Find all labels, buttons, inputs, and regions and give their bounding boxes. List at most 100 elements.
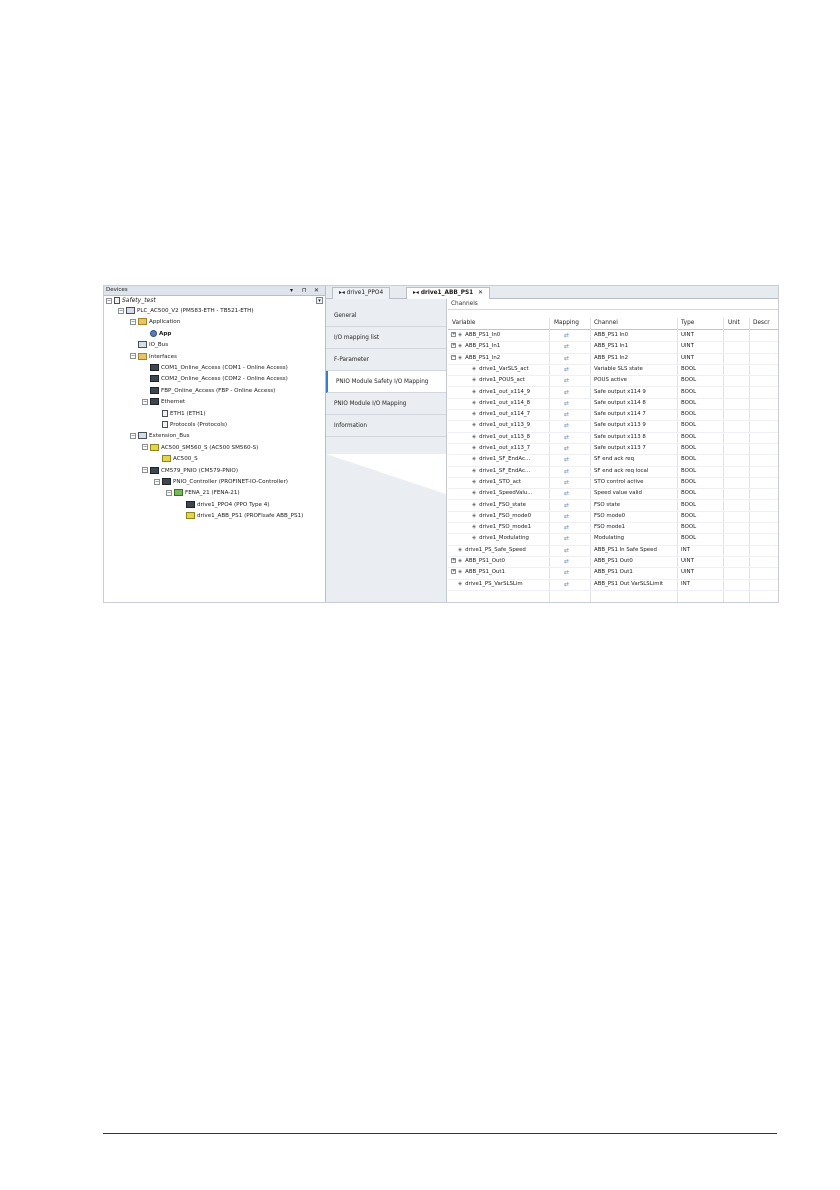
tree-node[interactable]: − CM579_PNIO (CM579-PNIO) [142,466,238,476]
tree-node[interactable]: COM1_Online_Access (COM1 - Online Access… [142,363,288,373]
tree-root[interactable]: − Safety_test ▾ [104,296,325,306]
tree-node[interactable]: App [142,329,171,339]
collapse-icon[interactable]: − [166,489,172,496]
channel-variable-cell[interactable]: ◈ drive1_SF_EndAc... [472,466,530,477]
mapping-icon[interactable]: ⇄ [564,375,569,386]
nav-information[interactable]: Information [326,415,446,437]
header-description[interactable]: Descr [753,318,770,329]
tab-drive1-ppo4[interactable]: ▸◂ drive1_PPO4 [332,287,391,299]
nav-io-mapping-list[interactable]: I/O mapping list [326,327,446,349]
channel-variable-cell[interactable]: ◈ drive1_FSO_state [472,500,526,511]
channel-variable-cell[interactable]: ◈ drive1_out_x113_8 [472,432,530,443]
nav-pnio-io-mapping[interactable]: PNIO Module I/O Mapping [326,393,446,415]
mapping-icon[interactable]: ⇄ [564,353,569,364]
mapping-icon[interactable]: ⇄ [564,341,569,352]
collapse-icon[interactable]: − [106,297,112,304]
channel-variable-cell[interactable]: ◈ drive1_FSO_mode1 [472,522,531,533]
channel-variable-cell[interactable]: ◈ drive1_out_x114_8 [472,398,530,409]
mapping-icon[interactable]: ⇄ [564,364,569,375]
tree-node[interactable]: drive1_ABB_PS1 (PROFIsafe ABB_PS1) [178,511,303,521]
mapping-icon[interactable]: ⇄ [564,409,569,420]
collapse-icon[interactable]: − [142,467,148,474]
channel-variable-cell[interactable]: ◈ drive1_SF_EndAc... [472,454,530,465]
header-type[interactable]: Type [681,318,694,329]
tree-node[interactable]: − Extension_Bus [130,431,190,441]
mapping-icon[interactable]: ⇄ [564,454,569,465]
nav-pnio-safety-io-mapping[interactable]: PNIO Module Safety I/O Mapping [326,371,446,393]
channel-variable-cell[interactable]: ◈ drive1_out_x114_9 [472,387,530,398]
root-dropdown-icon[interactable]: ▾ [316,297,323,304]
tree-node[interactable]: − Interfaces [130,352,177,362]
tree-node[interactable]: − PLC_AC500_V2 (PM583-ETH - TB521-ETH) [118,306,254,316]
channel-variable-cell[interactable]: ◈ drive1_PS_Safe_Speed [451,545,526,556]
header-variable[interactable]: Variable [452,318,475,329]
tree-node[interactable]: − AC500_SM560_S (AC500 SM560-S) [142,443,258,453]
channel-variable-cell[interactable]: ◈ drive1_out_x113_7 [472,443,530,454]
mapping-icon[interactable]: ⇄ [564,420,569,431]
tree-node[interactable]: Protocols (Protocols) [154,420,227,430]
channel-variable-cell[interactable]: − ◈ ABB_PS1_In2 [451,353,500,364]
collapse-icon[interactable]: − [130,318,136,325]
collapse-icon[interactable]: − [142,398,148,405]
nav-f-parameter[interactable]: F-Parameter [326,349,446,371]
close-tab-icon[interactable]: ✕ [478,290,483,296]
expand-icon[interactable]: − [451,354,456,360]
tree-node[interactable]: FBP_Online_Access (FBP - Online Access) [142,386,275,396]
channel-variable-cell[interactable]: ◈ drive1_POUS_act [472,375,525,386]
channel-variable-cell[interactable]: + ◈ ABB_PS1_Out0 [451,556,505,567]
tree-node[interactable]: drive1_PPO4 (PPO Type 4) [178,500,269,510]
pane-float-icon[interactable]: ⊓ [302,286,307,295]
mapping-icon[interactable]: ⇄ [564,477,569,488]
collapse-icon[interactable]: − [142,444,148,451]
collapse-icon[interactable]: − [118,307,124,314]
mapping-icon[interactable]: ⇄ [564,567,569,578]
channel-variable-cell[interactable]: ◈ drive1_PS_VarSLSLim [451,579,523,590]
nav-general[interactable]: General [326,305,446,327]
expand-icon[interactable]: + [451,569,456,575]
mapping-icon[interactable]: ⇄ [564,398,569,409]
tree-node[interactable]: IO_Bus [130,340,168,350]
tree-node[interactable]: COM2_Online_Access (COM2 - Online Access… [142,374,288,384]
mapping-icon[interactable]: ⇄ [564,500,569,511]
channel-variable-cell[interactable]: ◈ drive1_out_x114_7 [472,409,530,420]
channel-variable-cell[interactable]: ◈ drive1_STO_act [472,477,521,488]
channel-variable-cell[interactable]: + ◈ ABB_PS1_In0 [451,330,500,341]
pane-close-icon[interactable]: ✕ [314,286,319,295]
channel-variable-cell[interactable]: ◈ drive1_VarSLS_act [472,364,529,375]
tree-node[interactable]: AC500_S [154,454,198,464]
mapping-icon[interactable]: ⇄ [564,556,569,567]
mapping-icon[interactable]: ⇄ [564,522,569,533]
collapse-icon[interactable]: − [154,478,160,485]
mapping-icon[interactable]: ⇄ [564,511,569,522]
channel-variable-cell[interactable]: + ◈ ABB_PS1_In1 [451,341,500,352]
expand-icon[interactable]: + [451,343,456,349]
channel-variable-cell[interactable]: ◈ drive1_Modulating [472,533,529,544]
header-unit[interactable]: Unit [728,318,740,329]
tree-node[interactable]: ETH1 (ETH1) [154,409,206,419]
tree-node[interactable]: − PNIO_Controller (PROFINET-IO-Controller… [154,477,288,487]
tree-node[interactable]: − Application [130,317,180,327]
collapse-icon[interactable]: − [130,353,136,360]
mapping-icon[interactable]: ⇄ [564,466,569,477]
channel-variable-cell[interactable]: ◈ drive1_SpeedValu... [472,488,532,499]
expand-icon[interactable]: + [451,558,456,563]
channel-variable-cell[interactable]: + ◈ ABB_PS1_Out1 [451,567,505,578]
mapping-icon[interactable]: ⇄ [564,432,569,443]
mapping-icon[interactable]: ⇄ [564,443,569,454]
mapping-icon[interactable]: ⇄ [564,545,569,556]
header-channel[interactable]: Channel [594,318,618,329]
pane-dropdown-icon[interactable]: ▾ [290,286,293,295]
tree-node[interactable]: − FENA_21 (FENA-21) [166,488,240,498]
mapping-icon[interactable]: ⇄ [564,330,569,341]
mapping-icon[interactable]: ⇄ [564,533,569,544]
channel-variable-cell[interactable]: ◈ drive1_FSO_mode0 [472,511,531,522]
mapping-icon[interactable]: ⇄ [564,488,569,499]
mapping-icon[interactable]: ⇄ [564,579,569,590]
expand-icon[interactable]: + [451,332,456,337]
channel-row[interactable]: ◈ drive1_PS_VarSLSLim ⇄ ABB_PS1 Out VarSLSL… [448,579,778,591]
header-mapping[interactable]: Mapping [554,318,579,329]
mapping-icon[interactable]: ⇄ [564,387,569,398]
channel-variable-cell[interactable]: ◈ drive1_out_x113_9 [472,420,530,431]
collapse-icon[interactable]: − [130,432,136,439]
tree-node[interactable]: − Ethernet [142,397,185,407]
